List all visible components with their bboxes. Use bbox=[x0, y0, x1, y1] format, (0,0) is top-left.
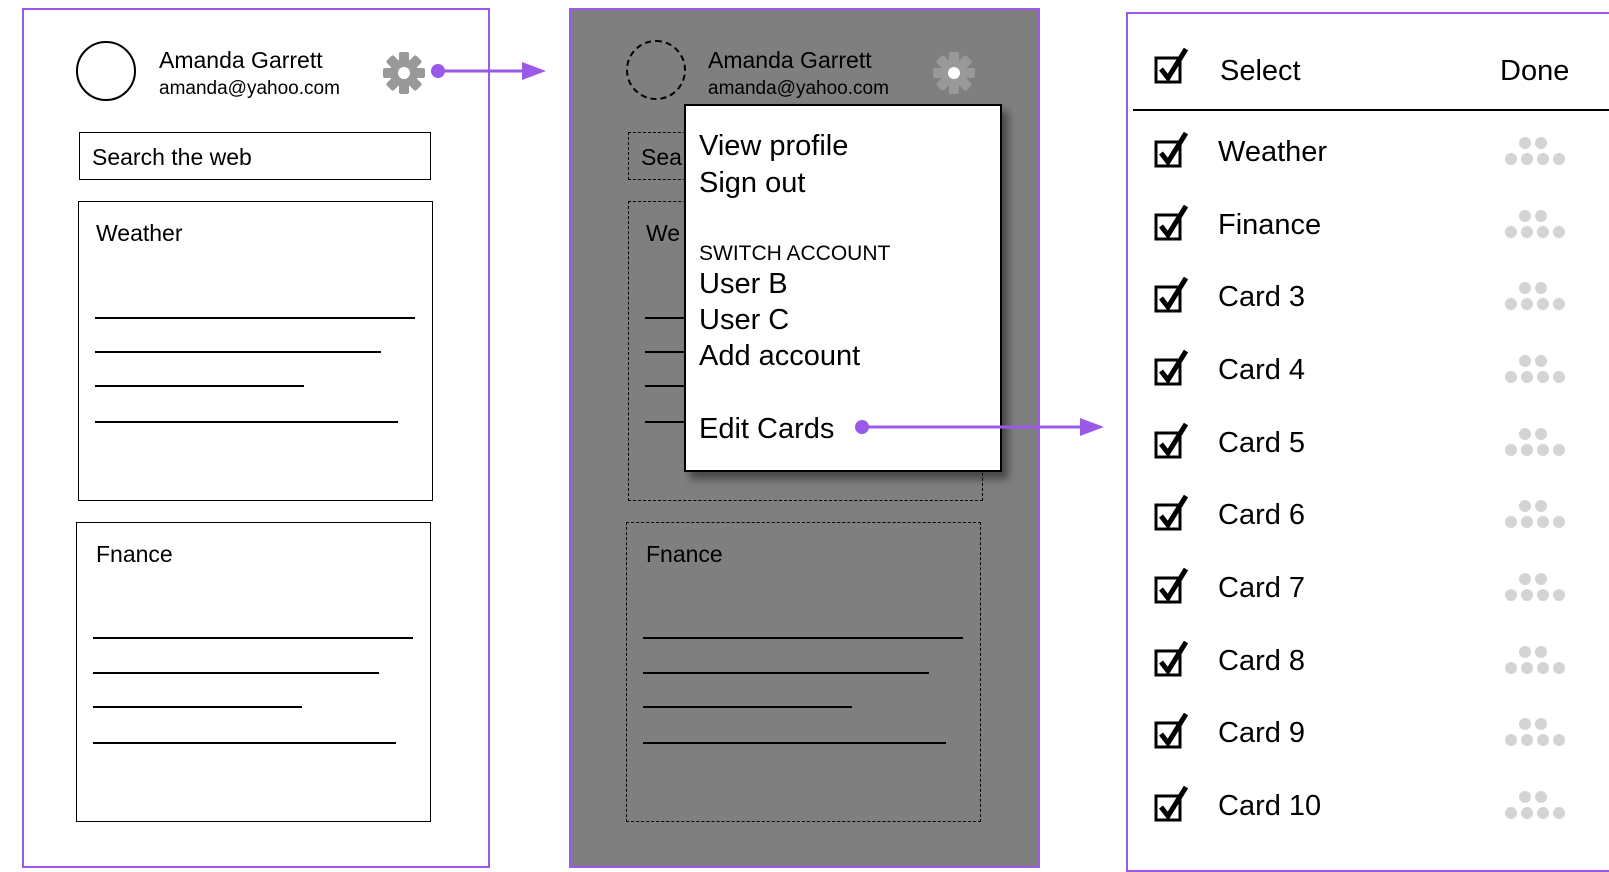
flow-arrow-edit-cards-to-list bbox=[855, 418, 1104, 436]
flow-connectors bbox=[431, 62, 1104, 436]
flow-arrow-gear-to-menu bbox=[431, 62, 546, 80]
